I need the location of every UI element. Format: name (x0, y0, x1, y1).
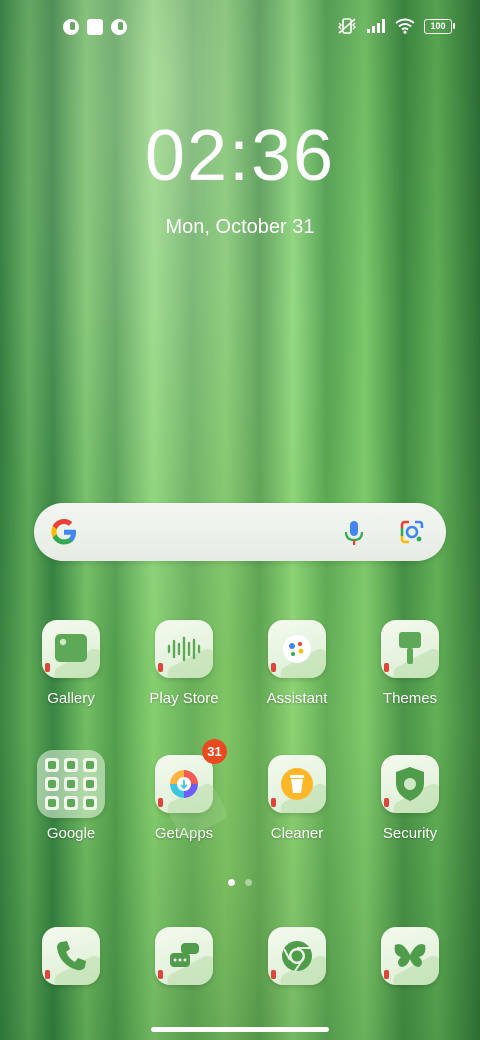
app-assistant[interactable]: Assistant (247, 620, 347, 707)
gallery-icon (42, 620, 100, 678)
app-gallery[interactable]: Gallery (21, 620, 121, 707)
messages-icon (155, 927, 213, 985)
google-folder-icon (37, 750, 105, 818)
app-label: Gallery (47, 690, 95, 707)
butterfly-icon (381, 927, 439, 985)
clock-time[interactable]: 02:36 (0, 115, 480, 197)
notification-app-icon (111, 19, 127, 35)
system-icons: 100 (337, 17, 455, 35)
app-label: Google (46, 825, 96, 842)
app-themes[interactable]: Themes (360, 620, 460, 707)
phone-icon (42, 927, 100, 985)
folder-google[interactable]: Google (21, 750, 121, 842)
home-indicator[interactable] (151, 1027, 329, 1032)
mic-icon[interactable] (340, 518, 368, 548)
google-logo (51, 519, 76, 545)
dock-butterfly-app[interactable] (360, 927, 460, 985)
app-label: Themes (382, 690, 438, 707)
vibrate-off-icon (338, 18, 356, 34)
signal-icon (367, 19, 385, 33)
page-dot-active (228, 879, 235, 886)
assistant-icon (268, 620, 326, 678)
app-cleaner[interactable]: Cleaner (247, 755, 347, 842)
status-bar: 100 (0, 0, 480, 56)
google-search-bar[interactable] (34, 503, 446, 561)
themes-icon (381, 620, 439, 678)
notification-icons (63, 19, 127, 35)
cleaner-icon (268, 755, 326, 813)
app-label: Play Store (149, 690, 219, 707)
notification-app-icon (63, 19, 79, 35)
dock-phone[interactable] (21, 927, 121, 985)
app-security[interactable]: Security (360, 755, 460, 842)
lens-icon[interactable] (398, 518, 426, 548)
battery-icon: 100 (424, 18, 455, 34)
dock-chrome[interactable] (247, 927, 347, 985)
app-getapps[interactable]: 31 GetApps (134, 739, 234, 842)
app-play-store[interactable]: Play Store (134, 620, 234, 707)
wifi-icon (395, 18, 415, 34)
chrome-icon (268, 927, 326, 985)
app-label: Assistant (266, 690, 328, 707)
getapps-icon: 31 (155, 739, 227, 813)
dock-messages[interactable] (134, 927, 234, 985)
play-store-icon (155, 620, 213, 678)
page-indicator (0, 879, 480, 886)
app-label: Cleaner (270, 825, 324, 842)
page-dot (245, 879, 252, 886)
notification-badge: 31 (202, 739, 227, 764)
clock-date[interactable]: Mon, October 31 (0, 216, 480, 239)
notification-square-icon (87, 19, 103, 35)
security-icon (381, 755, 439, 813)
app-label: Security (382, 825, 438, 842)
